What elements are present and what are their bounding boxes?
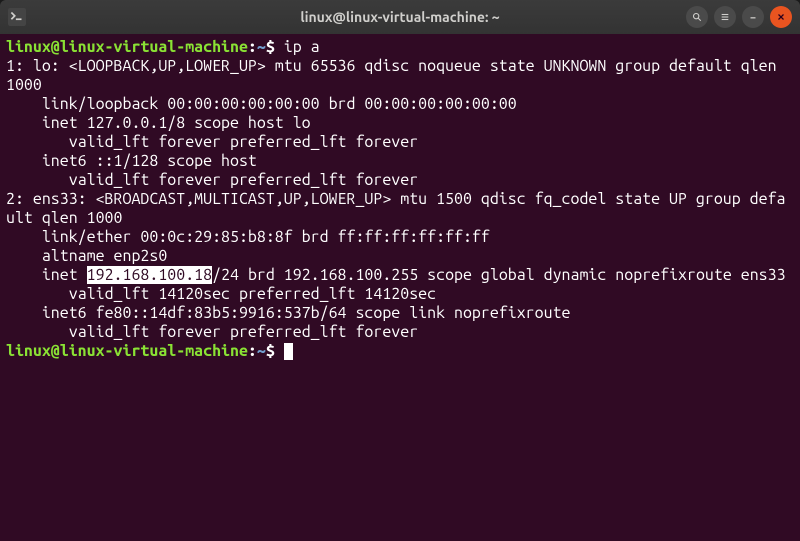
output-line: 1: lo: <LOOPBACK,UP,LOWER_UP> mtu 65536 … <box>6 57 794 95</box>
output-line: valid_lft forever preferred_lft forever <box>6 133 794 152</box>
output-line: link/loopback 00:00:00:00:00:00 brd 00:0… <box>6 95 794 114</box>
prompt-user-host: linux@linux-virtual-machine <box>6 38 248 56</box>
terminal-app-icon <box>8 8 26 26</box>
output-line: altname enp2s0 <box>6 247 794 266</box>
output-line: valid_lft 14120sec preferred_lft 14120se… <box>6 285 794 304</box>
prompt-symbol: $ <box>266 38 275 56</box>
window-title: linux@linux-virtual-machine: ~ <box>300 9 499 25</box>
output-line: link/ether 00:0c:29:85:b8:8f brd ff:ff:f… <box>6 228 794 247</box>
prompt-separator: : <box>248 38 257 56</box>
output-line: inet6 ::1/128 scope host <box>6 152 794 171</box>
cursor <box>284 343 293 360</box>
prompt-symbol: $ <box>266 342 275 360</box>
close-button[interactable] <box>770 6 792 28</box>
menu-button[interactable] <box>714 6 736 28</box>
terminal-window: linux@linux-virtual-machine: ~ linux@lin… <box>0 0 800 541</box>
prompt-line-1: linux@linux-virtual-machine:~$ ip a <box>6 38 794 57</box>
highlighted-ip: 192.168.100.18 <box>87 266 212 284</box>
search-button[interactable] <box>686 6 708 28</box>
minimize-icon <box>748 8 758 26</box>
output-line: inet6 fe80::14df:83b5:9916:537b/64 scope… <box>6 304 794 323</box>
output-line: valid_lft forever preferred_lft forever <box>6 171 794 190</box>
terminal-body[interactable]: linux@linux-virtual-machine:~$ ip a1: lo… <box>0 34 800 541</box>
output-line-highlighted: inet 192.168.100.18/24 brd 192.168.100.2… <box>6 266 794 285</box>
prompt-line-2: linux@linux-virtual-machine:~$ <box>6 342 794 361</box>
command-text: ip a <box>275 38 320 56</box>
prompt-user-host: linux@linux-virtual-machine <box>6 342 248 360</box>
output-line: valid_lft forever preferred_lft forever <box>6 323 794 342</box>
output-line: 2: ens33: <BROADCAST,MULTICAST,UP,LOWER_… <box>6 190 794 228</box>
output-line: inet 127.0.0.1/8 scope host lo <box>6 114 794 133</box>
search-icon <box>692 8 702 26</box>
titlebar[interactable]: linux@linux-virtual-machine: ~ <box>0 0 800 34</box>
prompt-path: ~ <box>257 38 266 56</box>
close-icon <box>776 8 786 26</box>
minimize-button[interactable] <box>742 6 764 28</box>
prompt-path: ~ <box>257 342 266 360</box>
hamburger-icon <box>720 8 730 26</box>
window-controls <box>686 6 792 28</box>
prompt-separator: : <box>248 342 257 360</box>
